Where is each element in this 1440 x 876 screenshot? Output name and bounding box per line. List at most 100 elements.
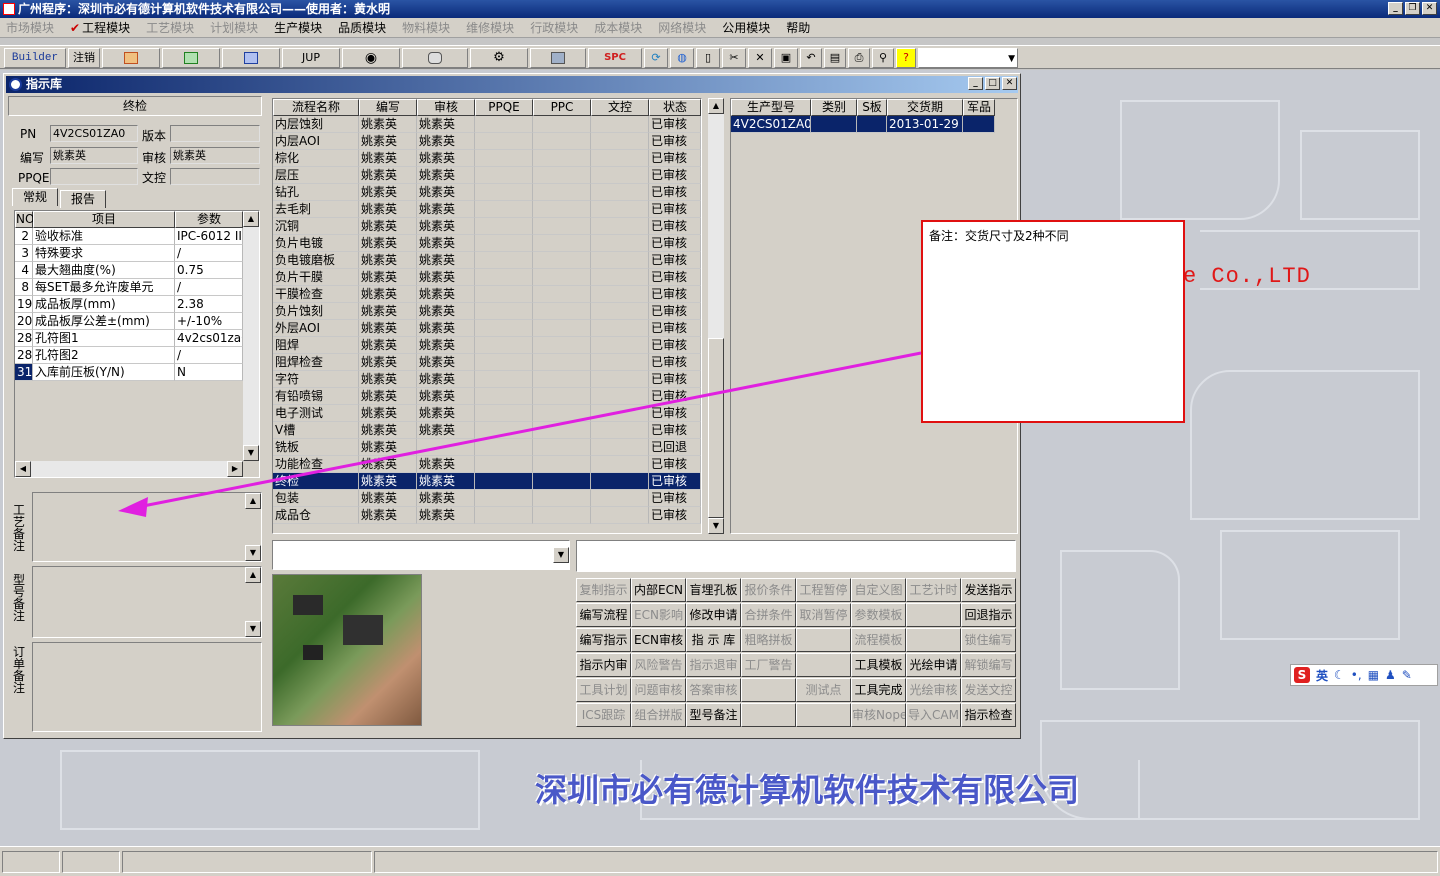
orders-header[interactable]: 类别 (811, 99, 857, 116)
user-icon[interactable]: ♟ (1385, 668, 1396, 682)
minimize-button[interactable]: _ (1388, 2, 1403, 15)
action-button[interactable]: 锁住编写 (961, 628, 1016, 652)
process-row[interactable]: 内层蚀刻 姚素英 姚素英 已审核 (273, 116, 701, 133)
scroll-down-icon[interactable]: ▼ (243, 445, 259, 461)
param-row[interactable]: 31 入库前压板(Y/N) N (15, 364, 259, 381)
ime-toolbar[interactable]: S 英 ☾ •, ▦ ♟ ✎ (1290, 664, 1438, 686)
action-button[interactable]: 测试点 (796, 678, 851, 702)
delete-button[interactable]: ✕ (748, 48, 772, 68)
powerpoint-button[interactable] (102, 48, 160, 68)
child-minimize-button[interactable]: _ (968, 77, 983, 90)
action-button[interactable]: 流程模板 (851, 628, 906, 652)
close-button[interactable]: ✕ (1422, 2, 1437, 15)
action-button[interactable]: 指示退审 (686, 653, 741, 677)
param-row[interactable]: 20 成品板厚公差±(mm) +/-10% (15, 313, 259, 330)
menu-item[interactable]: 物料模块 (402, 19, 450, 36)
process-row[interactable]: 电子测试 姚素英 姚素英 已审核 (273, 405, 701, 422)
excel-button[interactable] (162, 48, 220, 68)
menu-item[interactable]: 网络模块 (658, 19, 706, 36)
save-button[interactable]: ▣ (774, 48, 798, 68)
process-row[interactable]: 外层AOI 姚素英 姚素英 已审核 (273, 320, 701, 337)
action-button[interactable]: 指 示 库 (686, 628, 741, 652)
doc-field[interactable] (170, 168, 260, 185)
scroll-up-icon[interactable]: ▲ (245, 493, 261, 509)
orders-header[interactable]: 交货期 (887, 99, 963, 116)
child-restore-button[interactable]: □ (985, 77, 1000, 90)
scroll-up-icon[interactable]: ▲ (243, 211, 259, 227)
process-header[interactable]: 审核 (417, 99, 475, 116)
network-button[interactable]: ⚙ (470, 48, 528, 68)
toolbar-combo[interactable]: ▼ (918, 48, 1018, 68)
process-row[interactable]: 层压 姚素英 姚素英 已审核 (273, 167, 701, 184)
preview-button[interactable]: ▤ (824, 48, 846, 68)
action-button[interactable] (796, 653, 851, 677)
menu-item[interactable]: 生产模块 (274, 19, 322, 36)
tab-general[interactable]: 常规 (12, 188, 58, 206)
menu-item[interactable]: 公用模块 (722, 19, 770, 36)
param-row[interactable]: 2验收标准IPC-6012 III级 (15, 228, 259, 245)
param-row[interactable]: 8 每SET最多允许废单元 / (15, 279, 259, 296)
bottom-text-field[interactable] (576, 540, 1016, 572)
process-row[interactable]: 有铅喷锡 姚素英 姚素英 已审核 (273, 388, 701, 405)
action-button[interactable]: 发送指示 (961, 578, 1016, 602)
moon-icon[interactable]: ☾ (1334, 668, 1345, 682)
process-row[interactable]: 成品仓 姚素英 姚素英 已审核 (273, 507, 701, 524)
action-button[interactable]: ECN影响 (631, 603, 686, 627)
params-vscroll[interactable]: ▲ ▼ (243, 211, 259, 461)
process-row[interactable]: 功能检查 姚素英 姚素英 已审核 (273, 456, 701, 473)
logout-button[interactable]: 注销 (68, 48, 100, 68)
process-header[interactable]: PPQE (475, 99, 533, 116)
menu-item[interactable]: 工艺模块 (146, 19, 194, 36)
process-header[interactable]: 状态 (649, 99, 701, 116)
process-row[interactable]: 沉铜 姚素英 姚素英 已审核 (273, 218, 701, 235)
action-button[interactable]: 解锁编写 (961, 653, 1016, 677)
ppqe-field[interactable] (50, 168, 138, 185)
scroll-right-icon[interactable]: ▶ (227, 461, 243, 477)
action-button[interactable]: 组合拼版 (631, 703, 686, 727)
action-button[interactable]: 工具模板 (851, 653, 906, 677)
action-button[interactable]: 导入CAM (906, 703, 961, 727)
process-row[interactable]: 负片蚀刻 姚素英 姚素英 已审核 (273, 303, 701, 320)
process-vscroll[interactable]: ▲ ▼ (708, 98, 724, 534)
action-button[interactable]: ICS跟踪 (576, 703, 631, 727)
action-button[interactable]: 回退指示 (961, 603, 1016, 627)
action-button[interactable]: 复制指示 (576, 578, 631, 602)
orders-row[interactable]: 4V2CS01ZA0 2013-01-29 (731, 116, 1017, 133)
tab-report[interactable]: 报告 (60, 190, 106, 208)
action-button[interactable]: 编写流程 (576, 603, 631, 627)
action-button[interactable]: 参数模板 (851, 603, 906, 627)
find-button[interactable]: ⚲ (872, 48, 894, 68)
action-button[interactable]: 取消暂停 (796, 603, 851, 627)
process-row[interactable]: 负电镀磨板 姚素英 姚素英 已审核 (273, 252, 701, 269)
menu-item[interactable]: 品质模块 (338, 19, 386, 36)
action-button[interactable]: 发送文控 (961, 678, 1016, 702)
process-header[interactable]: 编写 (359, 99, 417, 116)
action-button[interactable] (906, 628, 961, 652)
action-button[interactable]: 指示检查 (961, 703, 1016, 727)
process-header[interactable]: 流程名称 (273, 99, 359, 116)
action-button[interactable]: 问题审核 (631, 678, 686, 702)
chevron-down-icon[interactable]: ▼ (553, 547, 569, 563)
param-row[interactable]: 28孔符图14v2cs01za0_dr (15, 330, 259, 347)
action-button[interactable] (741, 703, 796, 727)
ime-language[interactable]: 英 (1316, 667, 1328, 684)
scroll-down-icon[interactable]: ▼ (245, 621, 261, 637)
action-button[interactable]: 答案审核 (686, 678, 741, 702)
computer-button[interactable] (530, 48, 586, 68)
param-row[interactable]: 28 孔符图2/ (15, 347, 259, 364)
keyboard-icon[interactable]: ▦ (1368, 668, 1379, 682)
spc-button[interactable]: SPC (588, 48, 642, 68)
scroll-left-icon[interactable]: ◀ (15, 461, 31, 477)
action-button[interactable]: 风险警告 (631, 653, 686, 677)
menu-item[interactable]: 维修模块 (466, 19, 514, 36)
param-row[interactable]: 4 最大翘曲度(%) 0.75 (15, 262, 259, 279)
eye-button[interactable]: ◉ (342, 48, 400, 68)
process-row[interactable]: 阻焊 姚素英 姚素英 已审核 (273, 337, 701, 354)
process-header[interactable]: 文控 (591, 99, 649, 116)
memo-process[interactable]: ▲ ▼ (32, 492, 262, 562)
scroll-down-icon[interactable]: ▼ (245, 545, 261, 561)
action-button[interactable]: 报价条件 (741, 578, 796, 602)
process-row[interactable]: 钻孔 姚素英 姚素英 已审核 (273, 184, 701, 201)
builder-button[interactable]: Builder (4, 48, 66, 68)
action-button[interactable]: 型号备注 (686, 703, 741, 727)
